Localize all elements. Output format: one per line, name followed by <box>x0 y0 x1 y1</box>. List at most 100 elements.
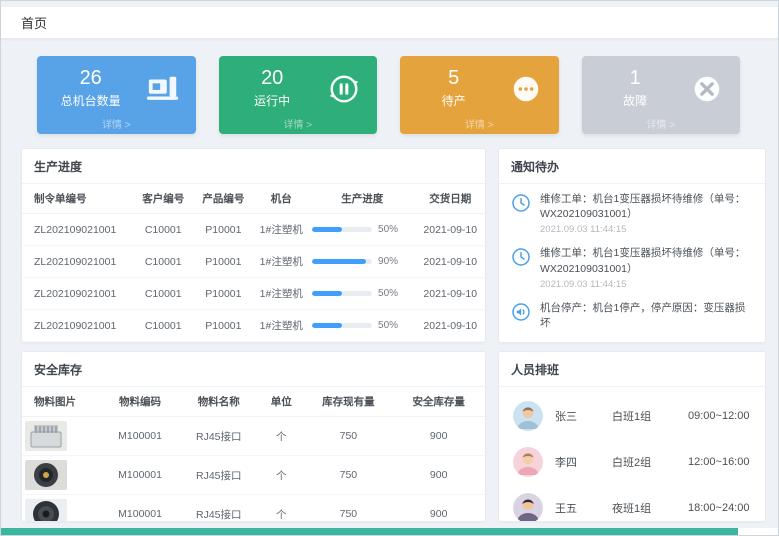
staff-list: 张三 白班1组 09:00~12:00 李四 白班2组 12:00~16:00 … <box>499 387 765 522</box>
cell-image <box>22 456 101 495</box>
table-header-row: 物料图片 物料编码 物料名称 单位 库存现有量 安全库存量 <box>22 387 485 417</box>
cell-stock: 750 <box>304 417 392 456</box>
notification-item[interactable]: 机台停产：机台1停产，停产原因：变压器损坏 <box>511 301 753 331</box>
bottom-accent-bar <box>1 528 738 535</box>
card-detail-link[interactable]: 详情 > <box>582 116 741 131</box>
stat-card-fault[interactable]: 1 故障 详情 > <box>582 56 741 134</box>
cell-product: P10001 <box>193 342 253 344</box>
waiting-icon <box>509 72 543 106</box>
card-detail-link[interactable]: 详情 > <box>400 116 559 131</box>
card-label: 总机台数量 <box>49 92 132 109</box>
progress-bar <box>312 227 372 232</box>
staff-time: 09:00~12:00 <box>688 410 749 422</box>
cell-code: M100001 <box>101 417 180 456</box>
cell-order: ZL202109021001 <box>22 214 133 246</box>
stat-cards-row: 26 总机台数量 详情 > 20 运行中 详情 > 5 待产 详情 > 1 故障 <box>37 56 740 134</box>
cell-date: 2021-09-10 <box>416 310 485 342</box>
staff-row: 王五 夜班1组 18:00~24:00 <box>499 485 765 522</box>
card-text: 5 待产 <box>412 67 495 109</box>
card-detail-link[interactable]: 详情 > <box>219 116 378 131</box>
connector-photo <box>25 460 67 490</box>
avatar <box>513 401 543 431</box>
staff-row: 李四 白班2组 12:00~16:00 <box>499 439 765 485</box>
notification-text: 维修工单：机台1变压器损坏待维修（单号：WX202109031001） <box>540 246 753 276</box>
col-code: 物料编码 <box>101 387 180 417</box>
stat-card-running[interactable]: 20 运行中 详情 > <box>219 56 378 134</box>
cell-progress: 50% <box>309 214 415 246</box>
cell-customer: C10001 <box>133 310 193 342</box>
card-label: 运行中 <box>231 92 314 109</box>
cell-product: P10001 <box>193 214 253 246</box>
card-detail-link[interactable]: 详情 > <box>37 116 196 131</box>
progress-label: 50% <box>378 288 398 299</box>
col-stock: 库存现有量 <box>304 387 392 417</box>
cell-product: P10001 <box>193 246 253 278</box>
stat-card-waiting[interactable]: 5 待产 详情 > <box>400 56 559 134</box>
stat-card-total-machines[interactable]: 26 总机台数量 详情 > <box>37 56 196 134</box>
notification-time: 2021.09.03 11:44:15 <box>540 279 753 290</box>
cell-date: 2021-09-10 <box>416 342 485 344</box>
notification-body: 计划暂停：机台1生产计划已暂停 2021.09.03 11:44:15 <box>540 342 693 343</box>
notification-body: 维修工单：机台1变压器损坏待维修（单号：WX202109031001） 2021… <box>540 246 753 289</box>
col-unit: 单位 <box>258 387 304 417</box>
staff-name: 李四 <box>555 454 600 470</box>
notification-body: 维修工单：机台1变压器损坏待维修（单号：WX202109031001） 2021… <box>540 192 753 235</box>
card-value: 26 <box>49 67 132 89</box>
tab-home[interactable]: 首页 <box>21 13 47 32</box>
card-text: 1 故障 <box>594 67 677 109</box>
panel-title-production: 生产进度 <box>22 149 485 184</box>
cell-date: 2021-09-10 <box>416 246 485 278</box>
table-row: ZL202109021001 C10001 P10001 1#注塑机 50% 2… <box>22 214 485 246</box>
cell-product: P10001 <box>193 310 253 342</box>
progress-label: 50% <box>378 320 398 331</box>
cell-customer: C10001 <box>133 246 193 278</box>
staff-shift: 白班1组 <box>612 408 676 424</box>
avatar <box>513 447 543 477</box>
cell-date: 2021-09-10 <box>416 214 485 246</box>
safety-stock-panel: 安全库存 物料图片 物料编码 物料名称 单位 库存现有量 安全库存量 <box>21 351 486 522</box>
notification-time: 2021.09.03 11:44:15 <box>540 224 753 235</box>
progress-bar <box>312 259 372 264</box>
production-progress-panel: 生产进度 制令单编号 客户编号 产品编号 机台 生产进度 交货日期 ZL2021… <box>21 148 486 343</box>
table-header-row: 制令单编号 客户编号 产品编号 机台 生产进度 交货日期 <box>22 184 485 214</box>
panel-title-inventory: 安全库存 <box>22 352 485 387</box>
fault-icon <box>690 72 724 106</box>
cell-safety: 900 <box>392 456 485 495</box>
dashboard-grid: 生产进度 制令单编号 客户编号 产品编号 机台 生产进度 交货日期 ZL2021… <box>21 148 764 522</box>
progress-bar <box>312 323 372 328</box>
table-row: ZL202109021001 C10001 P10001 1#注塑机 50% 2… <box>22 342 485 344</box>
table-row: ZL202109021001 C10001 P10001 1#注塑机 50% 2… <box>22 310 485 342</box>
table-row: M100001 RJ45接口 个 750 900 <box>22 456 485 495</box>
notification-item[interactable]: 维修工单：机台1变压器损坏待维修（单号：WX202109031001） 2021… <box>511 246 753 289</box>
notification-item[interactable]: 维修工单：机台1变压器损坏待维修（单号：WX202109031001） 2021… <box>511 192 753 235</box>
speaker-icon <box>511 302 531 322</box>
col-name: 物料名称 <box>179 387 258 417</box>
cell-stock: 750 <box>304 495 392 523</box>
clock-icon <box>511 247 531 267</box>
card-value: 5 <box>412 67 495 89</box>
notification-text: 计划暂停：机台1生产计划已暂停 <box>540 342 693 343</box>
col-customer: 客户编号 <box>133 184 193 214</box>
cell-stock: 750 <box>304 456 392 495</box>
cell-progress: 50% <box>309 342 415 344</box>
card-label: 待产 <box>412 92 495 109</box>
staff-name: 张三 <box>555 408 600 424</box>
table-row: ZL202109021001 C10001 P10001 1#注塑机 90% 2… <box>22 246 485 278</box>
card-text: 26 总机台数量 <box>49 67 132 109</box>
cell-machine: 1#注塑机 <box>253 310 309 342</box>
notification-item[interactable]: 计划暂停：机台1生产计划已暂停 2021.09.03 11:44:15 <box>511 342 753 343</box>
notification-body: 机台停产：机台1停产，停产原因：变压器损坏 <box>540 301 753 331</box>
cell-machine: 1#注塑机 <box>253 246 309 278</box>
col-order: 制令单编号 <box>22 184 133 214</box>
notifications-panel: 通知待办 维修工单：机台1变压器损坏待维修（单号：WX202109031001）… <box>498 148 766 343</box>
cell-order: ZL202109021001 <box>22 278 133 310</box>
cell-customer: C10001 <box>133 278 193 310</box>
notification-text: 机台停产：机台1停产，停产原因：变压器损坏 <box>540 301 753 331</box>
card-text: 20 运行中 <box>231 67 314 109</box>
staff-row: 张三 白班1组 09:00~12:00 <box>499 393 765 439</box>
card-label: 故障 <box>594 92 677 109</box>
cell-progress: 50% <box>309 310 415 342</box>
cell-safety: 900 <box>392 495 485 523</box>
cell-name: RJ45接口 <box>179 495 258 523</box>
cell-unit: 个 <box>258 456 304 495</box>
